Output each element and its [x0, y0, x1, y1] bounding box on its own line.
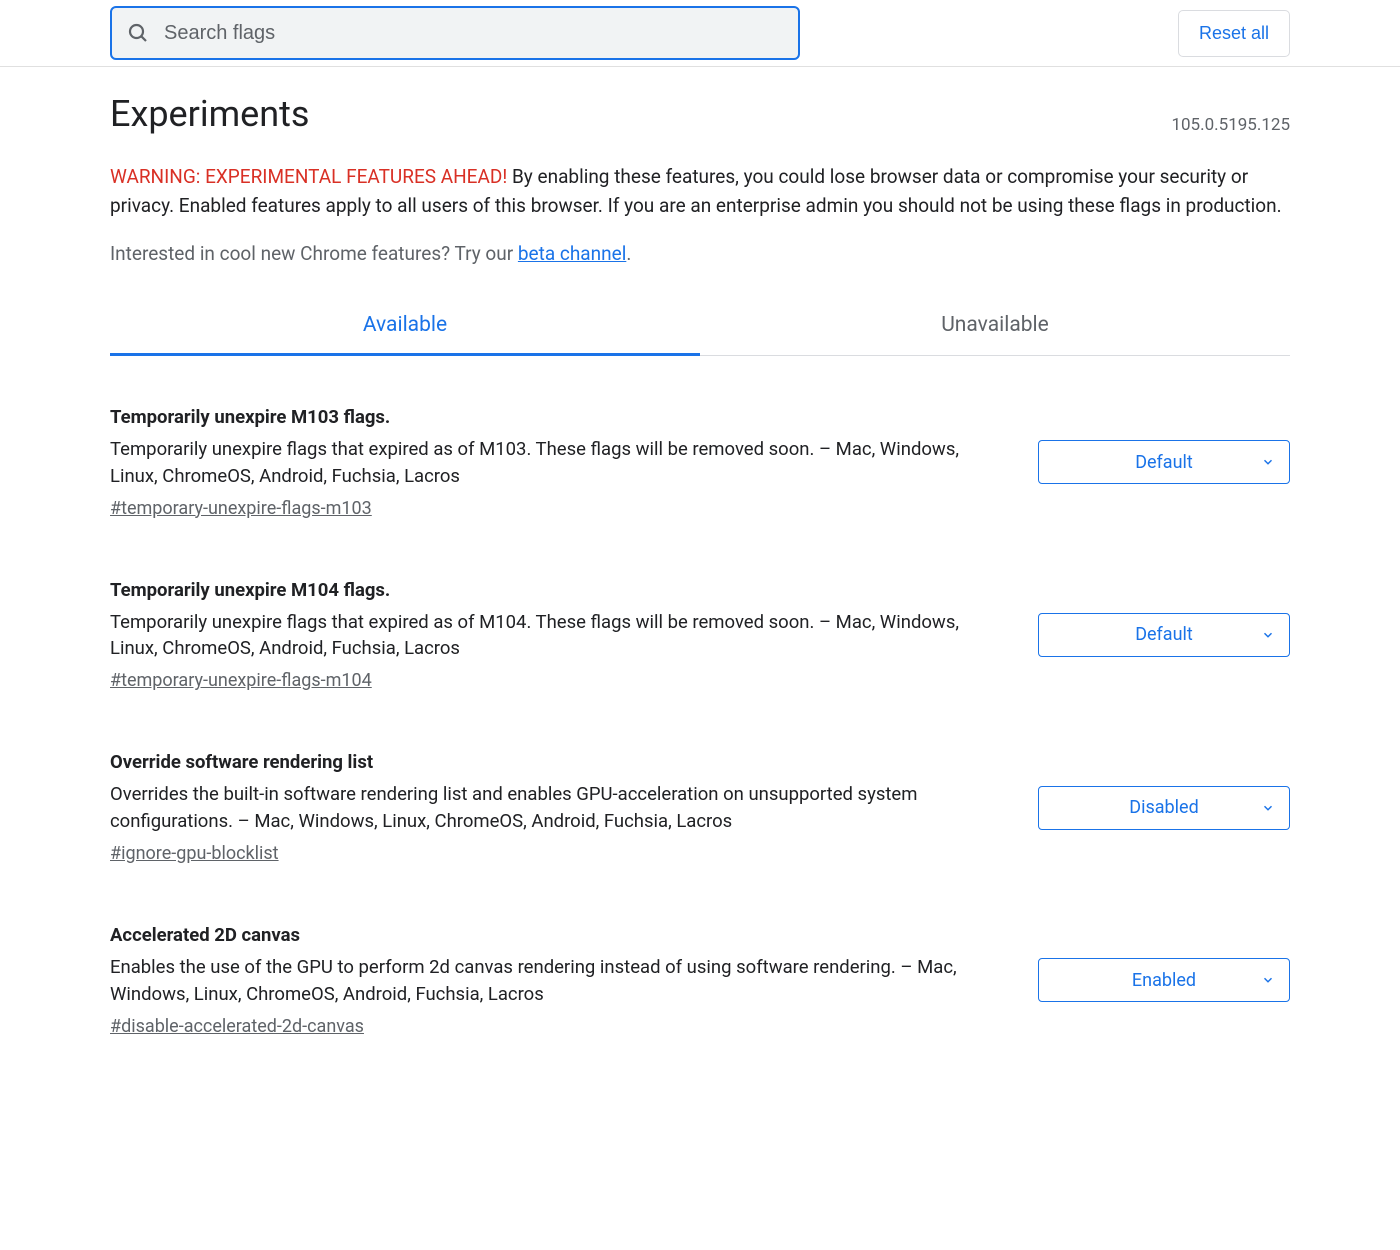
search-input[interactable] — [164, 22, 784, 45]
warning-block: WARNING: EXPERIMENTAL FEATURES AHEAD! By… — [110, 163, 1290, 220]
tabs: Available Unavailable — [110, 299, 1290, 356]
flag-state-value: Enabled — [1132, 970, 1196, 991]
flag-item: Accelerated 2D canvas Enables the use of… — [110, 924, 1290, 1037]
beta-leadin: Interested in cool new Chrome features? … — [110, 242, 518, 265]
flag-anchor-link[interactable]: #temporary-unexpire-flags-m104 — [110, 670, 372, 691]
warning-prefix: WARNING: EXPERIMENTAL FEATURES AHEAD! — [110, 165, 507, 188]
flag-description: Enables the use of the GPU to perform 2d… — [110, 954, 998, 1008]
heading-row: Experiments 105.0.5195.125 — [110, 93, 1290, 135]
flag-title: Accelerated 2D canvas — [110, 924, 998, 946]
beta-trail: . — [626, 242, 631, 265]
flag-text: Accelerated 2D canvas Enables the use of… — [110, 924, 998, 1037]
chevron-down-icon — [1261, 628, 1275, 642]
flag-state-select[interactable]: Default — [1038, 613, 1290, 657]
flag-state-select[interactable]: Disabled — [1038, 786, 1290, 830]
beta-line: Interested in cool new Chrome features? … — [110, 242, 1290, 265]
flag-anchor-link[interactable]: #disable-accelerated-2d-canvas — [110, 1016, 364, 1037]
tab-unavailable[interactable]: Unavailable — [700, 299, 1290, 356]
page-title: Experiments — [110, 93, 309, 135]
search-icon — [126, 21, 150, 45]
flag-description: Temporarily unexpire flags that expired … — [110, 436, 998, 490]
flag-anchor-link[interactable]: #temporary-unexpire-flags-m103 — [110, 498, 372, 519]
flag-item: Override software rendering list Overrid… — [110, 751, 1290, 864]
chevron-down-icon — [1261, 801, 1275, 815]
flag-state-value: Default — [1135, 452, 1193, 473]
beta-channel-link[interactable]: beta channel — [518, 242, 626, 265]
chevron-down-icon — [1261, 973, 1275, 987]
flag-description: Overrides the built-in software renderin… — [110, 781, 998, 835]
flag-state-value: Default — [1135, 624, 1193, 645]
flag-text: Temporarily unexpire M104 flags. Tempora… — [110, 579, 998, 692]
main-container: Experiments 105.0.5195.125 WARNING: EXPE… — [0, 67, 1400, 1037]
top-bar: Reset all — [0, 0, 1400, 67]
flag-text: Temporarily unexpire M103 flags. Tempora… — [110, 406, 998, 519]
flag-title: Temporarily unexpire M103 flags. — [110, 406, 998, 428]
flag-description: Temporarily unexpire flags that expired … — [110, 609, 998, 663]
flag-anchor-link[interactable]: #ignore-gpu-blocklist — [110, 843, 279, 864]
flag-title: Temporarily unexpire M104 flags. — [110, 579, 998, 601]
flag-text: Override software rendering list Overrid… — [110, 751, 998, 864]
tab-available[interactable]: Available — [110, 299, 700, 356]
chevron-down-icon — [1261, 455, 1275, 469]
flag-title: Override software rendering list — [110, 751, 998, 773]
flag-item: Temporarily unexpire M104 flags. Tempora… — [110, 579, 1290, 692]
reset-all-button[interactable]: Reset all — [1178, 10, 1290, 57]
flag-item: Temporarily unexpire M103 flags. Tempora… — [110, 406, 1290, 519]
flag-state-select[interactable]: Enabled — [1038, 958, 1290, 1002]
version-label: 105.0.5195.125 — [1171, 115, 1290, 135]
flag-state-select[interactable]: Default — [1038, 440, 1290, 484]
flag-state-value: Disabled — [1129, 797, 1198, 818]
search-field-wrap[interactable] — [110, 6, 800, 60]
